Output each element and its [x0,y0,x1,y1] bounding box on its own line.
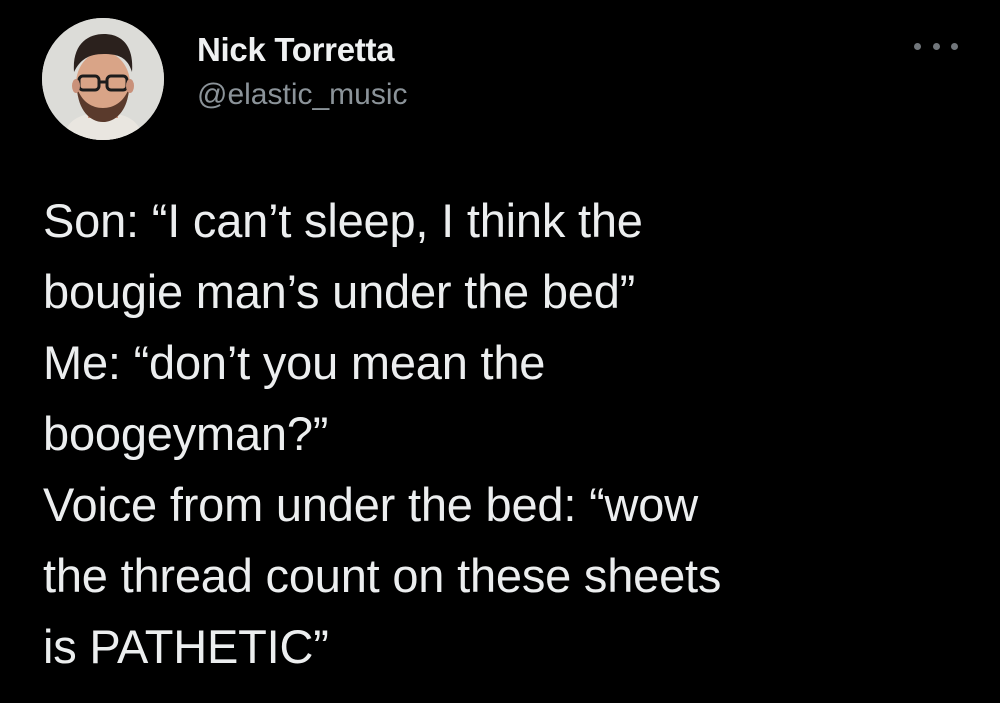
tweet-text-line: Son: “I can’t sleep, I think the [43,194,643,247]
profile-photo-icon [42,18,164,140]
author-handle[interactable]: @elastic_music [197,76,408,114]
avatar[interactable] [42,18,164,140]
tweet-text-line: bougie man’s under the bed” [43,265,636,318]
dot-icon [951,42,958,50]
tweet-text-line: Voice from under the bed: “wow [43,478,698,531]
tweet-text-line: is PATHETIC” [43,620,329,673]
dot-icon [932,42,940,50]
tweet-text-line: Me: “don’t you mean the [43,336,546,389]
tweet-text-line: the thread count on these sheets [43,549,722,602]
author-display-name[interactable]: Nick Torretta [197,30,408,70]
tweet-header: Nick Torretta @elastic_music [42,18,958,143]
more-options-icon[interactable] [914,34,958,58]
dot-icon [914,42,921,50]
tweet-text: Son: “I can’t sleep, I think the bougie … [43,185,963,682]
tweet-card: Nick Torretta @elastic_music Son: “I can… [0,0,1000,703]
tweet-text-line: boogeyman?” [43,407,329,460]
author-names: Nick Torretta @elastic_music [197,30,408,114]
